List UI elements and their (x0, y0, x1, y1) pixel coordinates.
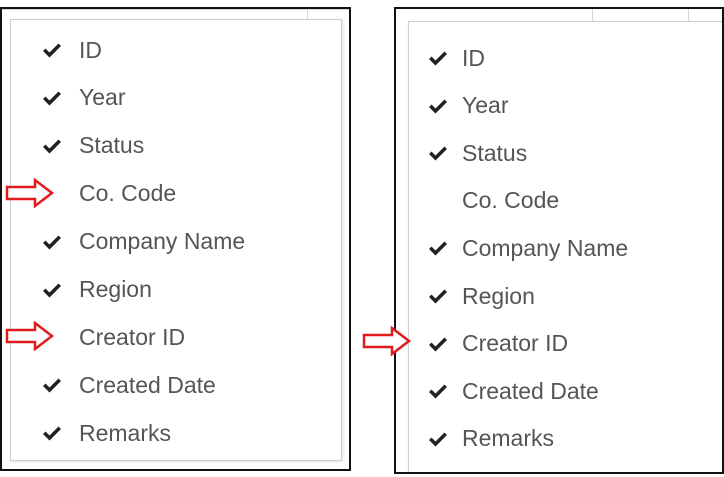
check-icon (41, 135, 63, 157)
column-option-label: Year (462, 92, 509, 119)
column-option-label: Creator ID (462, 330, 569, 357)
column-option-label: Year (79, 84, 126, 111)
column-option-creator-id[interactable]: Creator ID (409, 324, 722, 364)
column-option-label: Remarks (462, 425, 555, 452)
column-option-label: ID (79, 36, 102, 63)
grid-line (688, 9, 689, 21)
check-icon (427, 47, 449, 69)
column-option-year[interactable]: Year (409, 86, 722, 126)
column-option-label: ID (462, 44, 485, 71)
column-option-created-date[interactable]: Created Date (409, 371, 722, 411)
column-option-company-name[interactable]: Company Name (409, 228, 722, 268)
arrow-right-outline-icon (5, 321, 55, 352)
column-option-remarks[interactable]: Remarks (409, 419, 722, 459)
column-option-id[interactable]: ID (11, 30, 341, 70)
column-visibility-dropdown: ID Year Status Co. Code Company Name Region Cr… (408, 21, 722, 472)
check-icon (427, 285, 449, 307)
check-icon (41, 279, 63, 301)
grid-line (307, 9, 308, 19)
column-option-co-code[interactable]: Co. Code (409, 181, 722, 221)
check-icon (427, 237, 449, 259)
column-option-company-name[interactable]: Company Name (11, 222, 341, 262)
column-option-region[interactable]: Region (409, 276, 722, 316)
grid-line (592, 9, 593, 21)
column-option-year[interactable]: Year (11, 78, 341, 118)
check-icon (427, 428, 449, 450)
column-option-creator-id[interactable]: Creator ID (11, 317, 341, 357)
column-option-label: Company Name (462, 234, 629, 261)
check-icon (41, 231, 63, 253)
check-icon (427, 142, 449, 164)
column-option-label: Remarks (79, 419, 172, 446)
column-option-label: Company Name (79, 228, 246, 255)
column-option-label: Region (79, 276, 152, 302)
column-option-co-code[interactable]: Co. Code (11, 174, 341, 214)
column-option-id[interactable]: ID (409, 38, 722, 78)
column-option-label: Creator ID (79, 323, 186, 350)
column-option-created-date[interactable]: Created Date (11, 365, 341, 405)
check-icon (41, 422, 63, 444)
check-icon (427, 333, 449, 355)
check-icon (41, 87, 63, 109)
check-icon (41, 374, 63, 396)
column-option-remarks[interactable]: Remarks (11, 413, 341, 453)
arrow-right-outline-icon (5, 177, 55, 208)
column-option-label: Status (79, 132, 145, 159)
column-visibility-dropdown: ID Year Status Co. Code Company Name Region Cr… (10, 19, 342, 461)
check-icon (41, 39, 63, 61)
column-option-label: Co. Code (462, 187, 560, 214)
column-option-label: Co. Code (79, 180, 177, 207)
column-menu-after: ID Year Status Co. Code Company Name Region Cr… (394, 7, 724, 474)
column-option-label: Created Date (462, 377, 599, 404)
column-option-label: Created Date (79, 371, 216, 398)
check-icon (427, 95, 449, 117)
column-option-label: Status (462, 139, 528, 166)
column-menu-before: ID Year Status Co. Code Company Name Region Cr… (0, 7, 351, 471)
column-option-status[interactable]: Status (409, 133, 722, 173)
column-option-region[interactable]: Region (11, 270, 341, 310)
grid-line (2, 9, 349, 10)
check-icon (427, 380, 449, 402)
column-option-label: Region (462, 282, 535, 309)
arrow-right-outline-icon (362, 325, 412, 356)
column-option-status[interactable]: Status (11, 126, 341, 166)
